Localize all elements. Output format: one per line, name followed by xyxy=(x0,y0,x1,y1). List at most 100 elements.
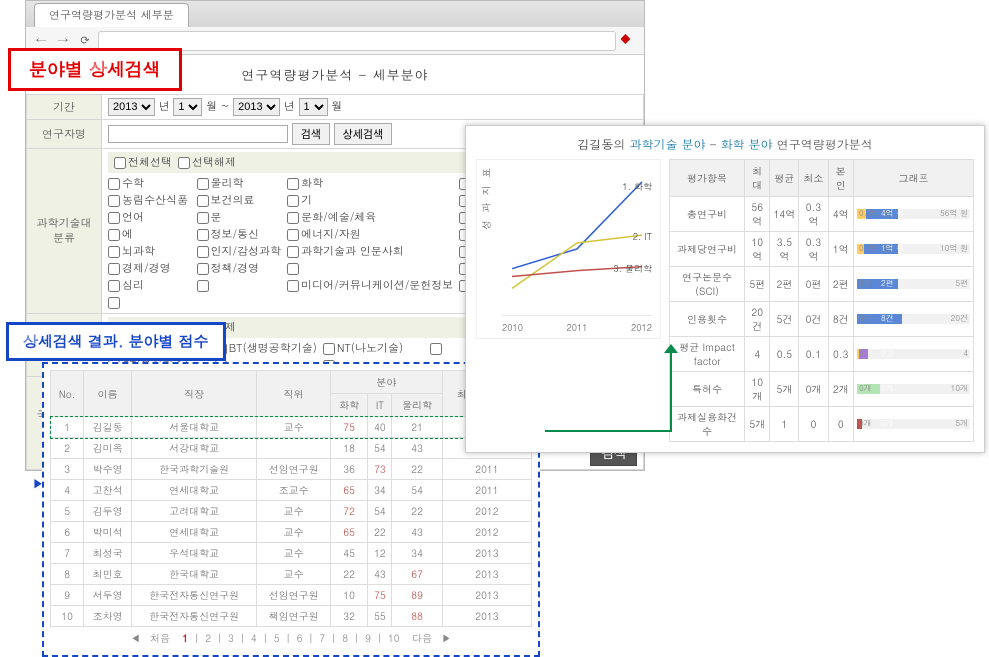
metric-graph: 00.34 xyxy=(854,337,974,372)
category-option[interactable] xyxy=(197,278,282,293)
pager-last-icon[interactable]: ▶ xyxy=(438,631,454,645)
pager-page[interactable]: 7 xyxy=(316,631,328,645)
metric-cell: 5개 xyxy=(745,407,770,442)
pager-page[interactable]: 3 xyxy=(225,631,237,645)
metric-graph: 0.3억 원1억 원10억 원 xyxy=(854,232,974,267)
category-option[interactable]: 언어 xyxy=(108,210,191,225)
table-row[interactable]: 7최성국우석대학교교수4512342013 xyxy=(51,543,532,564)
table-row[interactable]: 3박수영한국과학기술원선임연구원3673222011 xyxy=(51,459,532,480)
metric-cell: 2편 xyxy=(828,267,853,302)
pager-first-icon[interactable]: ◀ xyxy=(128,631,144,645)
table-row[interactable]: 5김두영고려대학교교수7254222012 xyxy=(51,501,532,522)
pager-page[interactable]: 1 xyxy=(179,631,191,645)
pager-page[interactable]: 9 xyxy=(362,631,374,645)
metric-cell: 0.3억 xyxy=(799,232,828,267)
pager-page[interactable]: 2 xyxy=(202,631,214,645)
category-option[interactable]: 인지/감성과학 xyxy=(197,244,282,259)
metric-cell: 3.5억 xyxy=(770,232,799,267)
category-option[interactable]: 화학 xyxy=(287,176,453,191)
browser-tab[interactable]: 연구역량평가분석 세부분 xyxy=(34,3,189,27)
category-option[interactable]: 정책/경영 xyxy=(197,261,282,276)
cell: 박미석 xyxy=(84,522,132,543)
category-option[interactable] xyxy=(287,261,453,276)
cell: 36 xyxy=(330,459,367,480)
cell: 2013 xyxy=(442,564,531,585)
col-chem: 화학 xyxy=(330,394,367,417)
reload-icon[interactable]: ⟳ xyxy=(76,32,94,50)
advanced-search-button[interactable]: 상세검색 xyxy=(334,123,392,145)
mcol-graph: 그래프 xyxy=(854,160,974,197)
metric-cell: 평균 Impact factor xyxy=(670,337,745,372)
col-it: IT xyxy=(368,394,392,417)
month-to-select[interactable]: 1 xyxy=(299,98,328,116)
cell: 88 xyxy=(392,606,442,627)
cell: 40 xyxy=(368,417,392,438)
category-option[interactable]: 문화/예술/체육 xyxy=(287,210,453,225)
category-option[interactable]: 정보/통신 xyxy=(197,227,282,242)
category-option[interactable]: 미디어/커뮤니케이션/문헌정보 xyxy=(287,278,453,293)
pager-last[interactable]: 다음 xyxy=(409,631,435,645)
table-row[interactable]: 2김미옥서강대학교1854432011 xyxy=(51,438,532,459)
sixt-option[interactable]: NT(나노기술) xyxy=(323,341,424,356)
period-tilde: ~ xyxy=(221,99,230,114)
table-row[interactable]: 6박미석연세대학교교수6522432012 xyxy=(51,522,532,543)
researcher-input[interactable] xyxy=(108,125,288,143)
mcol-max: 최대 xyxy=(745,160,770,197)
metric-cell: 10억 xyxy=(745,232,770,267)
category-option[interactable]: 에너지/자원 xyxy=(287,227,453,242)
pager-page[interactable]: 10 xyxy=(385,631,403,645)
metric-cell: 특허수 xyxy=(670,372,745,407)
category-option[interactable]: 경제/경영 xyxy=(108,261,191,276)
cell: 조교수 xyxy=(257,480,331,501)
month-from-select[interactable]: 1 xyxy=(173,98,202,116)
bookmark-icon[interactable]: ◆ xyxy=(620,32,638,50)
sixt-option[interactable]: BT(생명공학기술) xyxy=(215,341,317,356)
category-option[interactable]: 문 xyxy=(197,210,282,225)
metric-cell: 10개 xyxy=(745,372,770,407)
table-row[interactable]: 4고찬석연세대학교조교수6534542011 xyxy=(51,480,532,501)
metric-cell: 1 xyxy=(770,407,799,442)
label-category: 과학기술대분류 xyxy=(27,149,102,314)
metric-row: 과제실용화건수5개1000개0개5개 xyxy=(670,407,974,442)
metric-cell: 연구논문수(SCI) xyxy=(670,267,745,302)
cell: 22 xyxy=(392,501,442,522)
search-button[interactable]: 검색 xyxy=(292,123,330,145)
chk-deselect[interactable]: 선택해제 xyxy=(178,155,236,170)
chk-select-all[interactable]: 전체선택 xyxy=(114,155,172,170)
cell: 김두영 xyxy=(84,501,132,522)
category-option[interactable]: 보건의료 xyxy=(197,193,282,208)
cell: 우석대학교 xyxy=(132,543,257,564)
table-row[interactable]: 8최민호한국대학교교수2243672013 xyxy=(51,564,532,585)
category-option[interactable]: 수학 xyxy=(108,176,191,191)
pager-page[interactable]: 5 xyxy=(271,631,283,645)
pager-first[interactable]: 처음 xyxy=(147,631,173,645)
table-row[interactable]: 1김길동서울대학교교수7540212013 xyxy=(51,417,532,438)
category-option[interactable]: 기 xyxy=(287,193,453,208)
cell: 55 xyxy=(368,606,392,627)
category-option[interactable]: 농림수산식품 xyxy=(108,193,191,208)
category-option[interactable]: 과학기술과 인문사회 xyxy=(287,244,453,259)
x-2: 2012 xyxy=(631,321,652,334)
metric-cell: 5편 xyxy=(745,267,770,302)
year-to-select[interactable]: 2013 xyxy=(233,98,280,116)
table-row[interactable]: 10조차영한국전자통신연구원책임연구원3255882013 xyxy=(51,606,532,627)
back-icon[interactable]: ← xyxy=(32,32,50,50)
category-option[interactable]: 심리 xyxy=(108,278,191,293)
metric-cell: 2개 xyxy=(828,372,853,407)
cell: 2 xyxy=(51,438,84,459)
category-option[interactable] xyxy=(108,295,191,310)
cell: 54 xyxy=(392,480,442,501)
forward-icon[interactable]: → xyxy=(54,32,72,50)
cell: 32 xyxy=(330,606,367,627)
cell: 18 xyxy=(330,438,367,459)
category-option[interactable]: 에 xyxy=(108,227,191,242)
category-option[interactable]: 물리학 xyxy=(197,176,282,191)
results-table: No. 이름 직장 직위 분야 최근수행년도 화학 IT 물리학 1김길동서울대… xyxy=(50,370,532,627)
pager-page[interactable]: 8 xyxy=(339,631,351,645)
metric-graph: 0.3억 원4억 원56억 원 xyxy=(854,197,974,232)
pager-page[interactable]: 4 xyxy=(248,631,260,645)
pager-page[interactable]: 6 xyxy=(294,631,306,645)
category-option[interactable]: 뇌과학 xyxy=(108,244,191,259)
year-from-select[interactable]: 2013 xyxy=(108,98,155,116)
table-row[interactable]: 9서두영한국전자통신연구원선임연구원1075892013 xyxy=(51,585,532,606)
